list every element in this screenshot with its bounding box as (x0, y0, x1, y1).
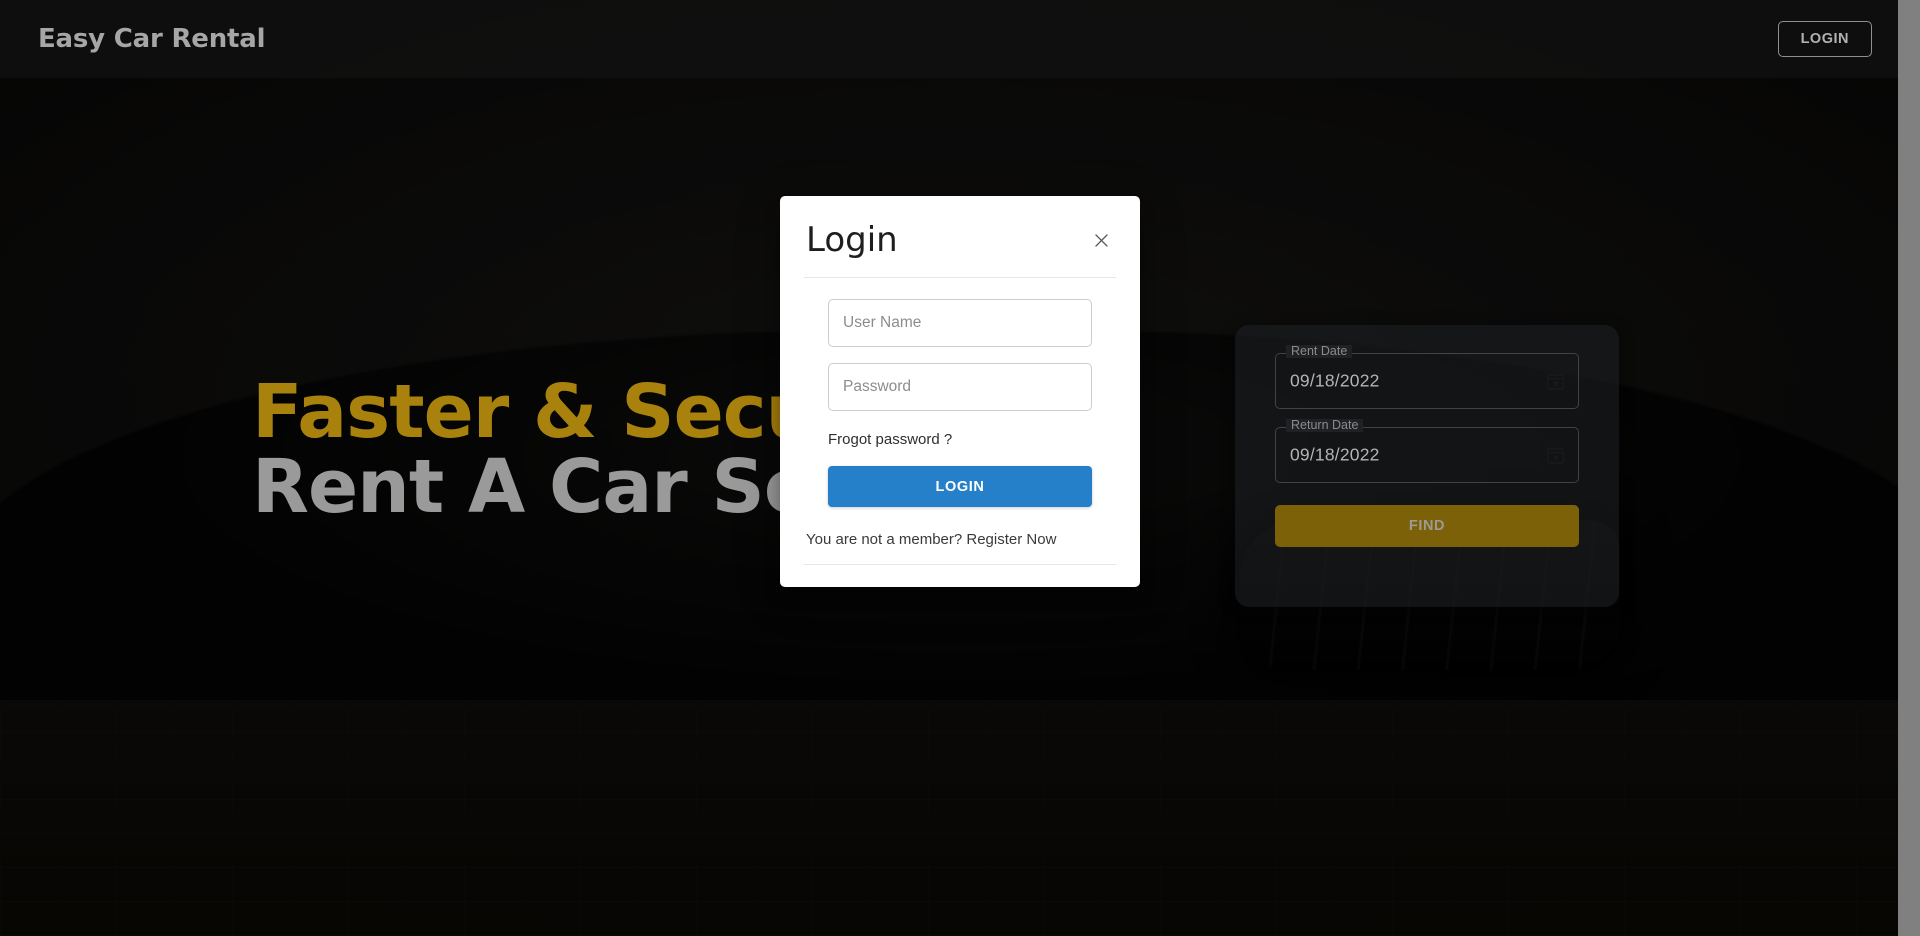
brand-logo[interactable]: Easy Car Rental (38, 24, 266, 54)
username-input[interactable] (828, 299, 1092, 348)
login-page: Faster & Secure Rent A Car Service Rent … (0, 0, 1920, 936)
login-modal-footer (804, 565, 1116, 587)
close-icon[interactable] (1088, 228, 1114, 254)
login-modal: Login Frogot password ? LOGIN You are no… (780, 196, 1140, 588)
find-button[interactable]: FIND (1275, 505, 1579, 547)
rent-date-field[interactable]: Rent Date 09/18/2022 (1275, 345, 1579, 409)
site-header: Easy Car Rental LOGIN (0, 0, 1898, 78)
password-input[interactable] (828, 363, 1092, 412)
return-date-label: Return Date (1286, 419, 1364, 432)
login-modal-body: Frogot password ? LOGIN (804, 278, 1116, 513)
login-modal-title: Login (806, 220, 898, 260)
login-submit-button[interactable]: LOGIN (828, 466, 1092, 508)
page-scrollbar-thumb[interactable] (1898, 0, 1920, 936)
forgot-password-link[interactable]: Frogot password ? (828, 431, 952, 448)
page-scrollbar-track[interactable] (1898, 0, 1920, 936)
return-date-value: 09/18/2022 (1290, 444, 1380, 465)
rent-date-value: 09/18/2022 (1290, 370, 1380, 391)
header-login-button[interactable]: LOGIN (1777, 21, 1872, 57)
rent-date-label: Rent Date (1286, 345, 1353, 358)
booking-search-panel: Rent Date 09/18/2022 Return Date 09/18/2… (1235, 325, 1619, 607)
calendar-icon[interactable] (1545, 371, 1566, 392)
calendar-icon[interactable] (1545, 445, 1566, 466)
return-date-field[interactable]: Return Date 09/18/2022 (1275, 419, 1579, 483)
register-now-link[interactable]: You are not a member? Register Now (804, 513, 1116, 566)
login-modal-header: Login (804, 196, 1116, 279)
